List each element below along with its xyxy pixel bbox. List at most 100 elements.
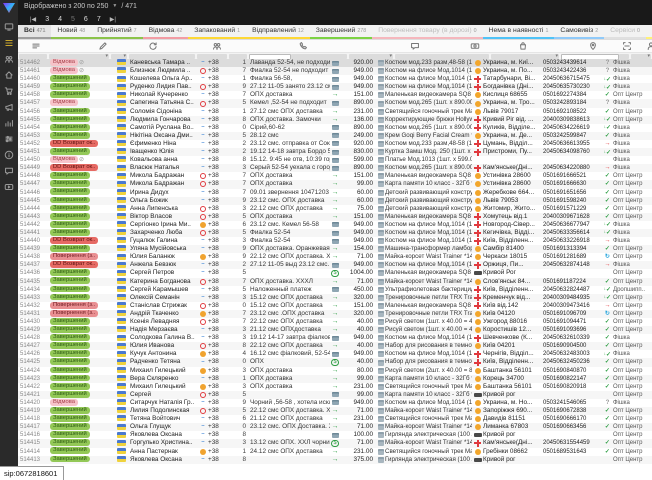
phone-prefix[interactable]: +38 [208,423,230,431]
customer-name[interactable]: Ольга Глущук [130,423,198,431]
phone-prefix[interactable]: +38 [208,156,230,164]
customer-name[interactable]: Ольга Божик [130,197,198,205]
customer-name[interactable]: Анна Пастернак [130,448,198,456]
tracking-number[interactable]: 0501691313394 [543,245,602,253]
table-row[interactable]: 514454 Завершений⊘ Самотій Руслана Во.. … [18,124,652,132]
table-row[interactable]: 514427 Завершений⊘ Юлия Иванова +38 8 22… [18,342,652,350]
table-row[interactable]: 514439 Завершений⊘ Уляна Мусійовська +38… [18,245,652,253]
info-icon[interactable] [2,149,16,161]
cart-icon[interactable] [2,85,16,97]
phone-prefix[interactable]: +38 [208,91,230,99]
table-row[interactable]: 514444 Завершений⊘ Анна Липенська +38 3 … [18,205,652,213]
table-row[interactable]: 514457 Відмова⊘ Сапегина Татьяна С.. +38… [18,99,652,107]
video-icon[interactable] [2,181,16,193]
phone-prefix[interactable]: +38 [208,253,230,261]
phone-prefix[interactable]: +38 [208,164,230,172]
tracking-column-icon[interactable] [622,41,632,51]
customer-name[interactable]: Микола Бадражан [130,172,198,180]
tracking-number[interactable]: 20450634220880 [543,164,602,172]
phone-prefix[interactable]: +38 [208,116,230,124]
tracking-number[interactable]: 0501691187224 [543,278,602,286]
last-page-button[interactable]: ▶| [110,16,116,23]
phone-prefix[interactable]: +38 [208,318,230,326]
page-button-4[interactable]: 4 [58,16,62,23]
tracking-number[interactable]: 0501691094471 [543,318,602,326]
table-row[interactable]: 514418 Завершений⊘ Тетяна Войтович +38 6… [18,415,652,423]
tracking-number[interactable]: 0503243422436 [543,67,602,75]
tab-1[interactable]: Новий48 [51,25,91,39]
tab-4[interactable]: Запакований1 [188,25,246,39]
phone-prefix[interactable]: +38 [208,431,230,439]
phone-prefix[interactable]: +38 [208,367,230,375]
phone-prefix[interactable]: +38 [208,140,230,148]
tab-0[interactable]: Всі471 [18,25,51,39]
table-row[interactable]: 514455 Завершений⊘ Людмила Гончарова +38… [18,116,652,124]
table-row[interactable]: 514422 Завершений⊘ Михаил Гилецький +38 … [18,383,652,391]
table-row[interactable]: 514424 Завершений⊘ Михаил Гилецький +38 … [18,367,652,375]
phone-prefix[interactable]: +38 [208,375,230,383]
phone-prefix[interactable]: +38 [208,407,230,415]
table-row[interactable]: 514435 Завершений⊘ Катерина Богданова +3… [18,278,652,286]
customer-name[interactable]: Руденко Лидия Пав.. [130,83,198,91]
tracking-number[interactable]: 20450632450236 [543,358,602,366]
customer-name[interactable]: Соломія Сідоніна [130,108,198,116]
phone-prefix[interactable]: +38 [208,83,230,91]
customer-name[interactable]: Юлия Иванова [130,342,198,350]
warehouse-icon[interactable] [2,69,16,81]
table-row[interactable]: 514430 Завершений⊘ Ксенія Левадняя +38 7… [18,318,652,326]
tracking-number[interactable]: 20450636715475 [543,75,602,83]
table-row[interactable]: 514433 Завершений⊘ Олексій Семанін +38 3… [18,294,652,302]
customer-name[interactable]: Михаил Гилецький [130,367,198,375]
customer-name[interactable]: Сергей Петров [130,269,198,277]
customer-name[interactable]: Ксенія Левадняя [130,318,198,326]
tracking-number[interactable]: 0501690672838 [543,407,602,415]
phone-prefix[interactable]: +38 [208,391,230,399]
tracking-number[interactable]: 0501690820918 [543,383,602,391]
table-row[interactable]: 514461 Відмова⊘ Близнюк Людмила .. +38 7… [18,67,652,75]
table-row[interactable]: 514440 DD Возврат ок..⊘ Гуцалюк Галина +… [18,237,652,245]
phone-prefix[interactable]: +38 [208,310,230,318]
table-row[interactable]: 514416 Завершений⊘ Яковлева Оксана +38 8… [18,431,652,439]
tracking-number[interactable]: 20400309484935 [543,294,602,302]
table-row[interactable]: 514449 DD Возврат ок..⊘ Власюк Наталья +… [18,164,652,172]
tracking-number[interactable]: 0503241546065 [543,399,602,407]
customer-name[interactable]: Гуцалюк Галина [130,237,198,245]
tracking-number[interactable]: 20450632483003 [543,350,602,358]
table-row[interactable]: 514425 Завершений⊘ Радченко Тетяна +38 0… [18,358,652,366]
tracking-number[interactable]: 20450632610339 [543,334,602,342]
tracking-number[interactable]: 20450633356614 [543,229,602,237]
customer-name[interactable]: Уляна Мусійовська [130,245,198,253]
table-row[interactable]: 514420 Відмова⊘ Ситарчук Наталія Гр.. +3… [18,399,652,407]
table-row[interactable]: 514434 Завершений⊘ Сергей Карамышев +38 … [18,286,652,294]
customer-name[interactable]: Єфименко Ніна [130,140,198,148]
announcements-icon[interactable] [2,101,16,113]
customer-name[interactable]: Вера Скляренко [130,375,198,383]
phone-prefix[interactable]: +38 [208,439,230,447]
customers-column-icon[interactable] [212,41,222,51]
stats-icon[interactable] [2,117,16,129]
table-row[interactable]: 514462 Відмова⊘ Каневська Тамара .. +38 … [18,59,652,67]
phone-prefix[interactable]: +38 [208,294,230,302]
table-row[interactable]: 514428 Завершений⊘ Солодкова Галина В.. … [18,334,652,342]
table-row[interactable]: 514451 Завершений⊘ Іващенко Юлія +38 2 1… [18,148,652,156]
phone-prefix[interactable]: +38 [208,172,230,180]
tracking-number[interactable]: 20400309838613 [543,116,602,124]
phone-prefix[interactable]: +38 [208,148,230,156]
phone-prefix[interactable]: +38 [208,286,230,294]
customer-name[interactable]: Надія Мерзаєва [130,326,198,334]
phone-prefix[interactable]: +38 [208,180,230,188]
phone-prefix[interactable]: +38 [208,197,230,205]
customer-name[interactable]: Радченко Тетяна [130,358,198,366]
tracking-number[interactable]: 0501691666521 [543,172,602,180]
phone-prefix[interactable]: +38 [208,302,230,310]
tracking-number[interactable]: 0501691571229 [543,205,602,213]
table-row[interactable]: 514419 Завершений⊘ Лилия Подолинская +38… [18,407,652,415]
phone-prefix[interactable]: +38 [208,205,230,213]
customer-name[interactable]: Анна Липенська [130,205,198,213]
phone-prefix[interactable]: +38 [208,229,230,237]
table-row[interactable]: 514453 Завершений⊘ Нікітіна Оксана Дми..… [18,132,652,140]
table-row[interactable]: 514421 Завершений⊘ Сергей +38 5 99.00 Ка… [18,391,652,399]
comment-column-icon[interactable] [410,41,420,51]
table-row[interactable]: 514415 Завершений⊘ Горгулько Христина.. … [18,439,652,447]
customer-name[interactable]: Захарченко Люба [130,229,198,237]
